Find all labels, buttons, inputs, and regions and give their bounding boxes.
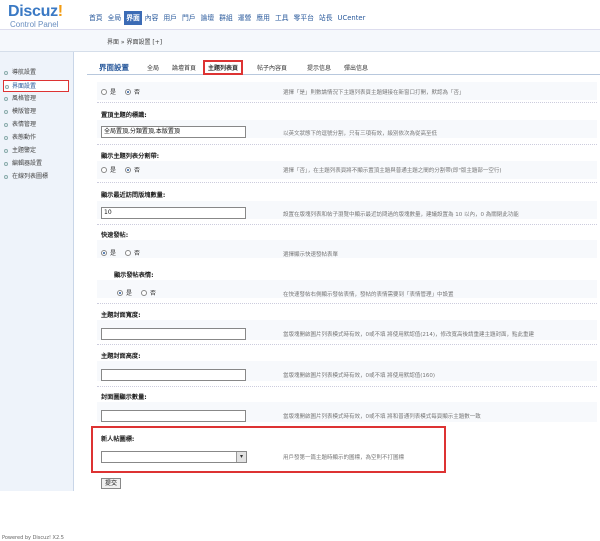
bullet-icon	[4, 97, 8, 101]
recent-forums-label: 顯示最近訪問版塊數量:	[101, 192, 166, 199]
nav-tab-tools[interactable]: 工具	[273, 11, 291, 25]
fastpost-smilies-radio[interactable]: 是否	[117, 288, 165, 297]
bullet-icon	[4, 110, 8, 114]
radio-no[interactable]	[141, 289, 148, 296]
newbie-icon-tip: 用戶發第一篇主題時顯示的圖標，為空則不打圖標	[283, 455, 405, 461]
discuz-logo[interactable]: Discuz! Control Panel	[8, 3, 72, 29]
powered-by: Powered by Discuz! X2.5	[2, 535, 64, 541]
sidebar-item-editor-settings[interactable]: 編輯器設置	[0, 158, 73, 170]
nav-tab-content[interactable]: 內容	[143, 11, 161, 25]
fastpost-tip: 選擇顯示快速發帖表單	[283, 252, 339, 258]
tab-post-content[interactable]: 帖子內容頁	[257, 63, 287, 72]
radio-no[interactable]	[125, 88, 132, 95]
nav-tab-operations[interactable]: 運營	[236, 11, 254, 25]
radio-no[interactable]	[125, 166, 132, 173]
cover-width-tip: 當版塊開啟圖片列表模式時有效，0或不填 將使用默認值(214)，修改寬高後請重建…	[283, 332, 535, 338]
new-window-tip: 選擇「是」則數論情況下主題列表頁主題鏈接在新窗口打開，默認為「否」	[283, 90, 465, 96]
separator-label: 顯示主題列表分割帶:	[101, 153, 160, 160]
page-title: 界面設置	[99, 63, 129, 72]
logo-text: Discuz!	[8, 3, 63, 20]
main-content: 界面設置 全局 論壇首頁 主題列表頁 帖子內容頁 提示信息 彈出信息 是否 選擇…	[87, 52, 600, 491]
bullet-icon	[4, 136, 8, 140]
nav-tab-ucenter[interactable]: UCenter	[336, 11, 368, 25]
radio-yes[interactable]	[101, 88, 107, 95]
header: Discuz! Control Panel 首頁 全局 界面 內容 用戶 門戶 …	[0, 0, 600, 30]
bullet-icon	[4, 71, 8, 75]
sidebar-item-nav-settings[interactable]: 導航設置	[0, 67, 73, 79]
tab-global[interactable]: 全局	[147, 63, 159, 72]
radio-yes[interactable]	[101, 166, 107, 173]
nav-tab-portal[interactable]: 門戶	[180, 11, 198, 25]
nav-tab-groups[interactable]: 群組	[217, 11, 235, 25]
cover-height-tip: 當版塊開啟圖片列表模式時有效，0或不填 將使用默認值(160)	[283, 373, 436, 379]
tab-thread-list[interactable]: 主題列表頁	[203, 60, 244, 75]
sidebar-item-smilies[interactable]: 表情管理	[0, 119, 73, 131]
cover-height-input[interactable]	[101, 369, 246, 381]
sticky-tip: 以英文狀態下的逗號分割，只有三項有效，級別依次為從高至低	[283, 131, 438, 137]
breadcrumb: 界面 » 界面設置 [+]	[107, 39, 163, 46]
new-window-radio[interactable]: 是否	[101, 87, 149, 96]
sidebar-item-templates[interactable]: 模版管理	[0, 106, 73, 118]
cover-height-label: 主題封面高度:	[101, 353, 141, 360]
sidebar-item-online-icons[interactable]: 在線列表圖標	[0, 171, 73, 183]
cover-count-tip: 當版塊開啟圖片列表模式時有效，0或不填 將和普通列表模式每頁顯示主題數一致	[283, 414, 481, 420]
nav-tab-global[interactable]: 全局	[106, 11, 124, 25]
sub-header: 界面 » 界面設置 [+]	[0, 30, 600, 52]
sidebar-item-thread-stamps[interactable]: 主題鑒定	[0, 145, 73, 157]
cover-width-label: 主題封面寬度:	[101, 312, 141, 319]
sticky-label: 置頂主題的標識:	[101, 112, 147, 119]
newbie-icon-label: 新人帖圖標:	[101, 436, 135, 443]
tab-forum-index[interactable]: 論壇首頁	[172, 63, 196, 72]
sticky-input[interactable]: 全局置頂,分類置頂,本版置頂	[101, 126, 246, 138]
nav-tab-cloud[interactable]: 零平台	[292, 11, 316, 25]
tab-popup-messages[interactable]: 彈出信息	[344, 63, 368, 72]
submit-button[interactable]: 提交	[101, 478, 122, 489]
cover-count-label: 封面圖顯示數量:	[101, 394, 147, 401]
radio-no[interactable]	[125, 249, 132, 256]
nav-tab-apps[interactable]: 應用	[254, 11, 272, 25]
nav-tab-interface[interactable]: 界面	[124, 11, 142, 25]
chevron-down-icon: ▾	[236, 452, 246, 462]
nav-tab-users[interactable]: 用戶	[161, 11, 179, 25]
fastpost-smilies-tip: 在快速發帖右側顯示發帖表情，發帖的表情需要到「表情管理」中設置	[283, 292, 454, 298]
fastpost-radio[interactable]: 是否	[101, 248, 149, 257]
sidebar-item-click-actions[interactable]: 表態動作	[0, 132, 73, 144]
newbie-icon-highlight	[91, 426, 446, 473]
bullet-icon	[4, 175, 8, 179]
cover-count-input[interactable]	[101, 410, 246, 422]
newbie-icon-select[interactable]: ▾	[101, 451, 247, 463]
recent-forums-tip: 設置在版塊列表和帖子瀏覽中顯示最近訪問過的版塊數量，建議設置為 10 以內，0 …	[283, 212, 519, 218]
bullet-icon	[4, 162, 8, 166]
bullet-icon	[5, 85, 9, 89]
bullet-icon	[4, 149, 8, 153]
settings-tabs: 界面設置 全局 論壇首頁 主題列表頁 帖子內容頁 提示信息 彈出信息	[87, 57, 600, 75]
radio-yes[interactable]	[101, 249, 107, 256]
fastpost-smilies-label: 顯示發帖表情:	[114, 272, 154, 279]
cover-width-input[interactable]	[101, 328, 246, 340]
sidebar: 導航設置 界面設置 風格管理 模版管理 表情管理 表態動作 主題鑒定 編輯器設置…	[0, 52, 74, 541]
separator-radio[interactable]: 是否	[101, 165, 149, 174]
radio-yes[interactable]	[117, 289, 123, 296]
nav-tab-webmaster[interactable]: 站長	[317, 11, 335, 25]
nav-tab-home[interactable]: 首頁	[87, 11, 105, 25]
sidebar-item-interface-settings[interactable]: 界面設置	[3, 80, 69, 92]
recent-forums-input[interactable]: 10	[101, 207, 246, 219]
logo-subtitle: Control Panel	[10, 20, 59, 29]
rebuild-cover-link[interactable]: 點此重建	[512, 332, 534, 338]
separator-tip: 選擇「否」，在主題列表頁將不顯示置頂主題與普通主題之間的分割帶(即"版主題部一空…	[283, 168, 502, 174]
bullet-icon	[4, 123, 8, 127]
nav-tab-forum[interactable]: 論壇	[199, 11, 217, 25]
top-nav: 首頁 全局 界面 內容 用戶 門戶 論壇 群組 運營 應用 工具 零平台 站長 …	[87, 11, 368, 25]
fastpost-label: 快速發帖:	[101, 232, 129, 239]
sidebar-item-styles[interactable]: 風格管理	[0, 93, 73, 105]
tab-messages[interactable]: 提示信息	[307, 63, 331, 72]
